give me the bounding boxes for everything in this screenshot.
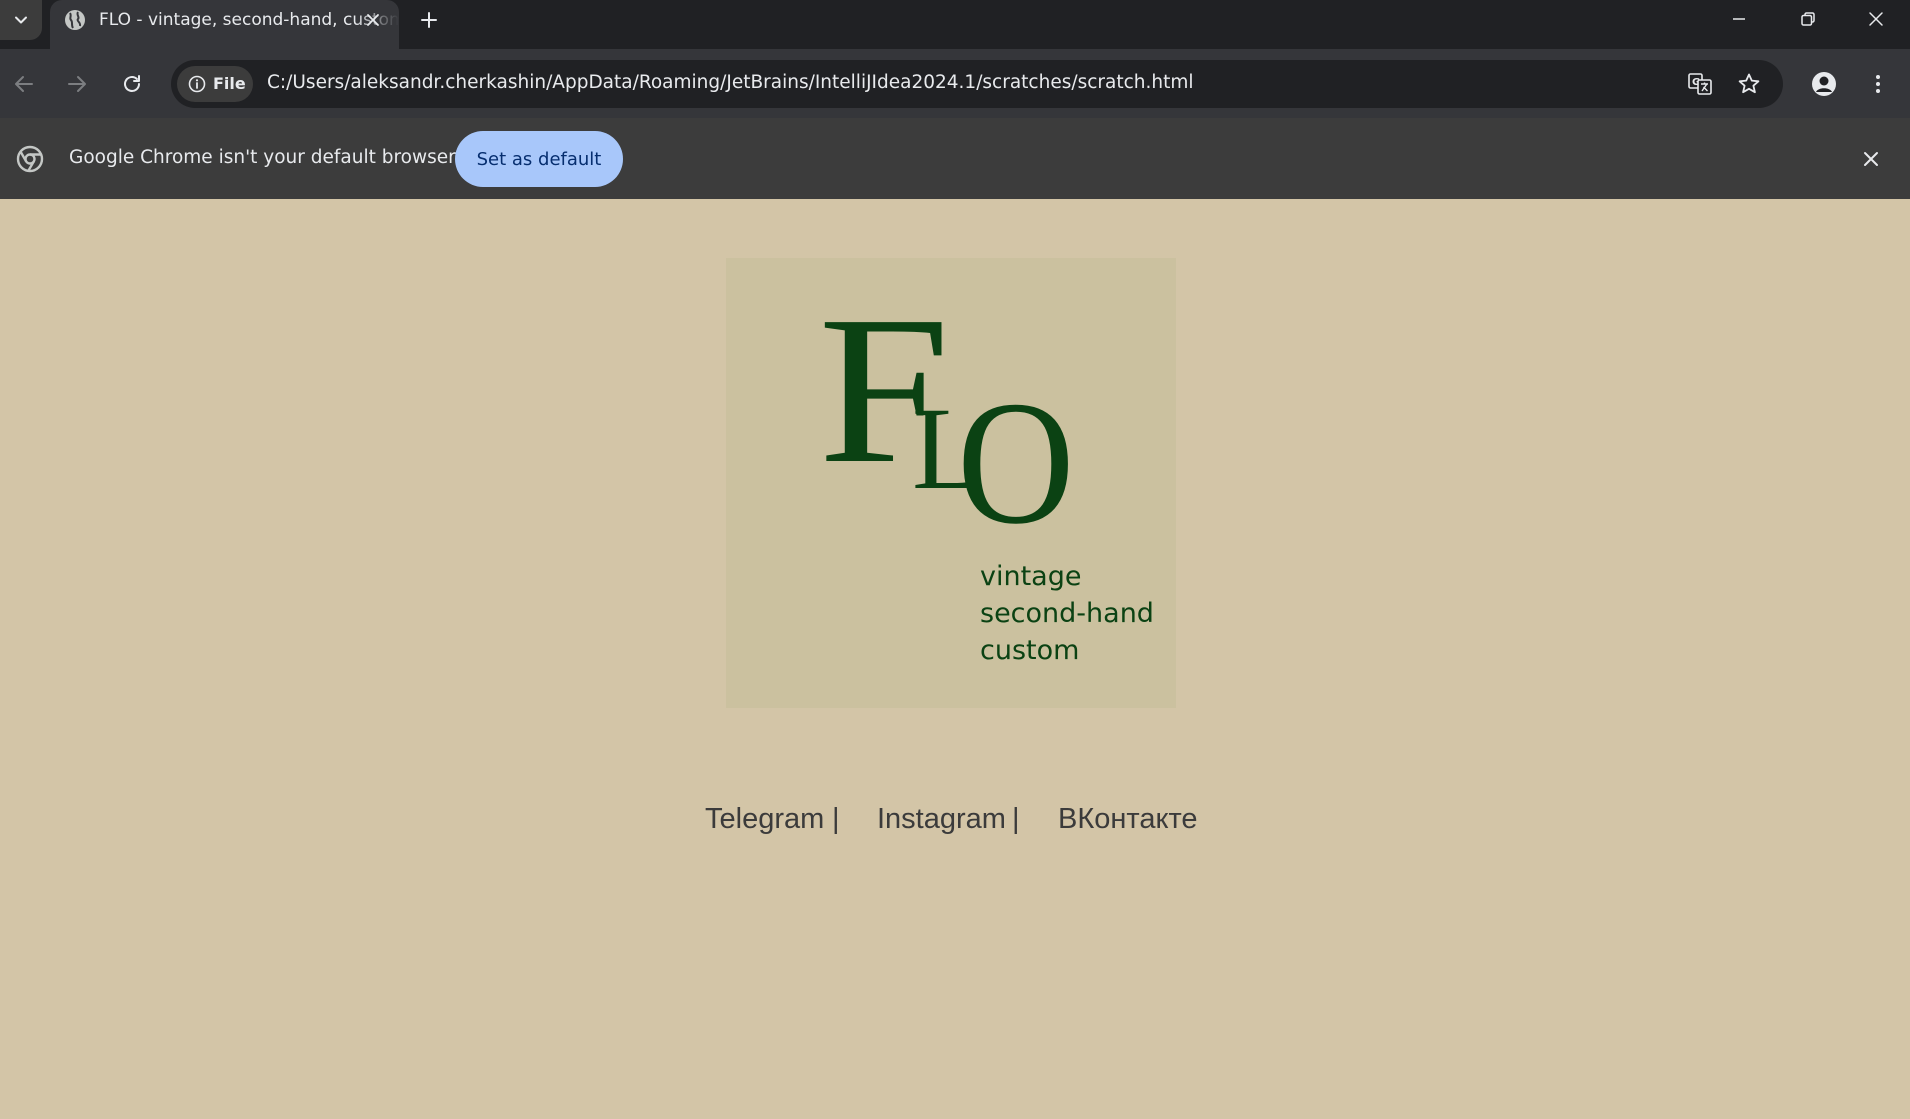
url-text[interactable]: C:/Users/aleksandr.cherkashin/AppData/Ro… [267,72,1194,93]
back-button[interactable] [4,64,44,104]
avatar-icon [1812,72,1836,96]
tab-strip: FLO - vintage, second-hand, custom [0,0,1910,49]
tab-title: FLO - vintage, second-hand, custom [99,10,399,30]
tab-close-button[interactable] [360,7,386,33]
tagline-second-hand: second-hand [980,598,1154,629]
browser-window: FLO - vintage, second-hand, custom File … [0,0,1910,1119]
restore-button[interactable] [1778,0,1838,38]
tagline-custom: custom [980,635,1080,666]
close-icon [1864,152,1878,166]
page-content: F L O vintage second-hand custom Telegra… [0,199,1910,1119]
set-as-default-button[interactable]: Set as default [455,131,623,187]
globe-icon [65,10,85,30]
instagram-link[interactable]: Instagram [877,803,1006,836]
reload-icon [124,75,140,92]
flo-logo: F L O vintage second-hand custom [726,258,1176,708]
infobar-close-button[interactable] [1856,144,1886,174]
more-vertical-icon [1876,75,1880,93]
address-bar[interactable]: File C:/Users/aleksandr.cherkashin/AppDa… [171,60,1783,108]
minimize-icon [1733,18,1745,20]
infobar-message: Google Chrome isn't your default browser [69,147,456,168]
arrow-right-icon [68,76,86,92]
link-separator: | [832,803,840,835]
translate-button[interactable]: G [1686,70,1714,98]
profile-button[interactable] [1804,64,1844,104]
translate-icon: G [1688,73,1712,95]
window-close-button[interactable] [1846,0,1906,38]
logo-letter-o: O [957,365,1075,561]
chrome-logo-icon [16,145,44,173]
info-icon [188,75,206,93]
plus-icon [421,12,437,28]
star-icon [1738,73,1760,94]
link-separator: | [1012,803,1020,835]
site-info-chip[interactable]: File [177,66,253,102]
tab-search-button[interactable] [0,0,42,40]
reload-button[interactable] [112,64,152,104]
restore-icon [1801,12,1815,26]
new-tab-button[interactable] [414,5,444,35]
active-tab[interactable]: FLO - vintage, second-hand, custom [50,0,399,49]
close-icon [367,14,379,26]
bookmark-button[interactable] [1735,70,1763,98]
site-chip-label: File [213,74,246,93]
forward-button[interactable] [57,64,97,104]
minimize-button[interactable] [1709,0,1769,38]
menu-button[interactable] [1858,64,1898,104]
arrow-left-icon [15,76,33,92]
close-icon [1869,12,1883,26]
tagline-vintage: vintage [980,561,1082,592]
chevron-down-icon [15,16,27,24]
default-browser-infobar: Google Chrome isn't your default browser… [0,118,1910,199]
vkontakte-link[interactable]: ВКонтакте [1058,803,1198,836]
browser-toolbar: File C:/Users/aleksandr.cherkashin/AppDa… [0,49,1910,118]
telegram-link[interactable]: Telegram [705,803,824,836]
